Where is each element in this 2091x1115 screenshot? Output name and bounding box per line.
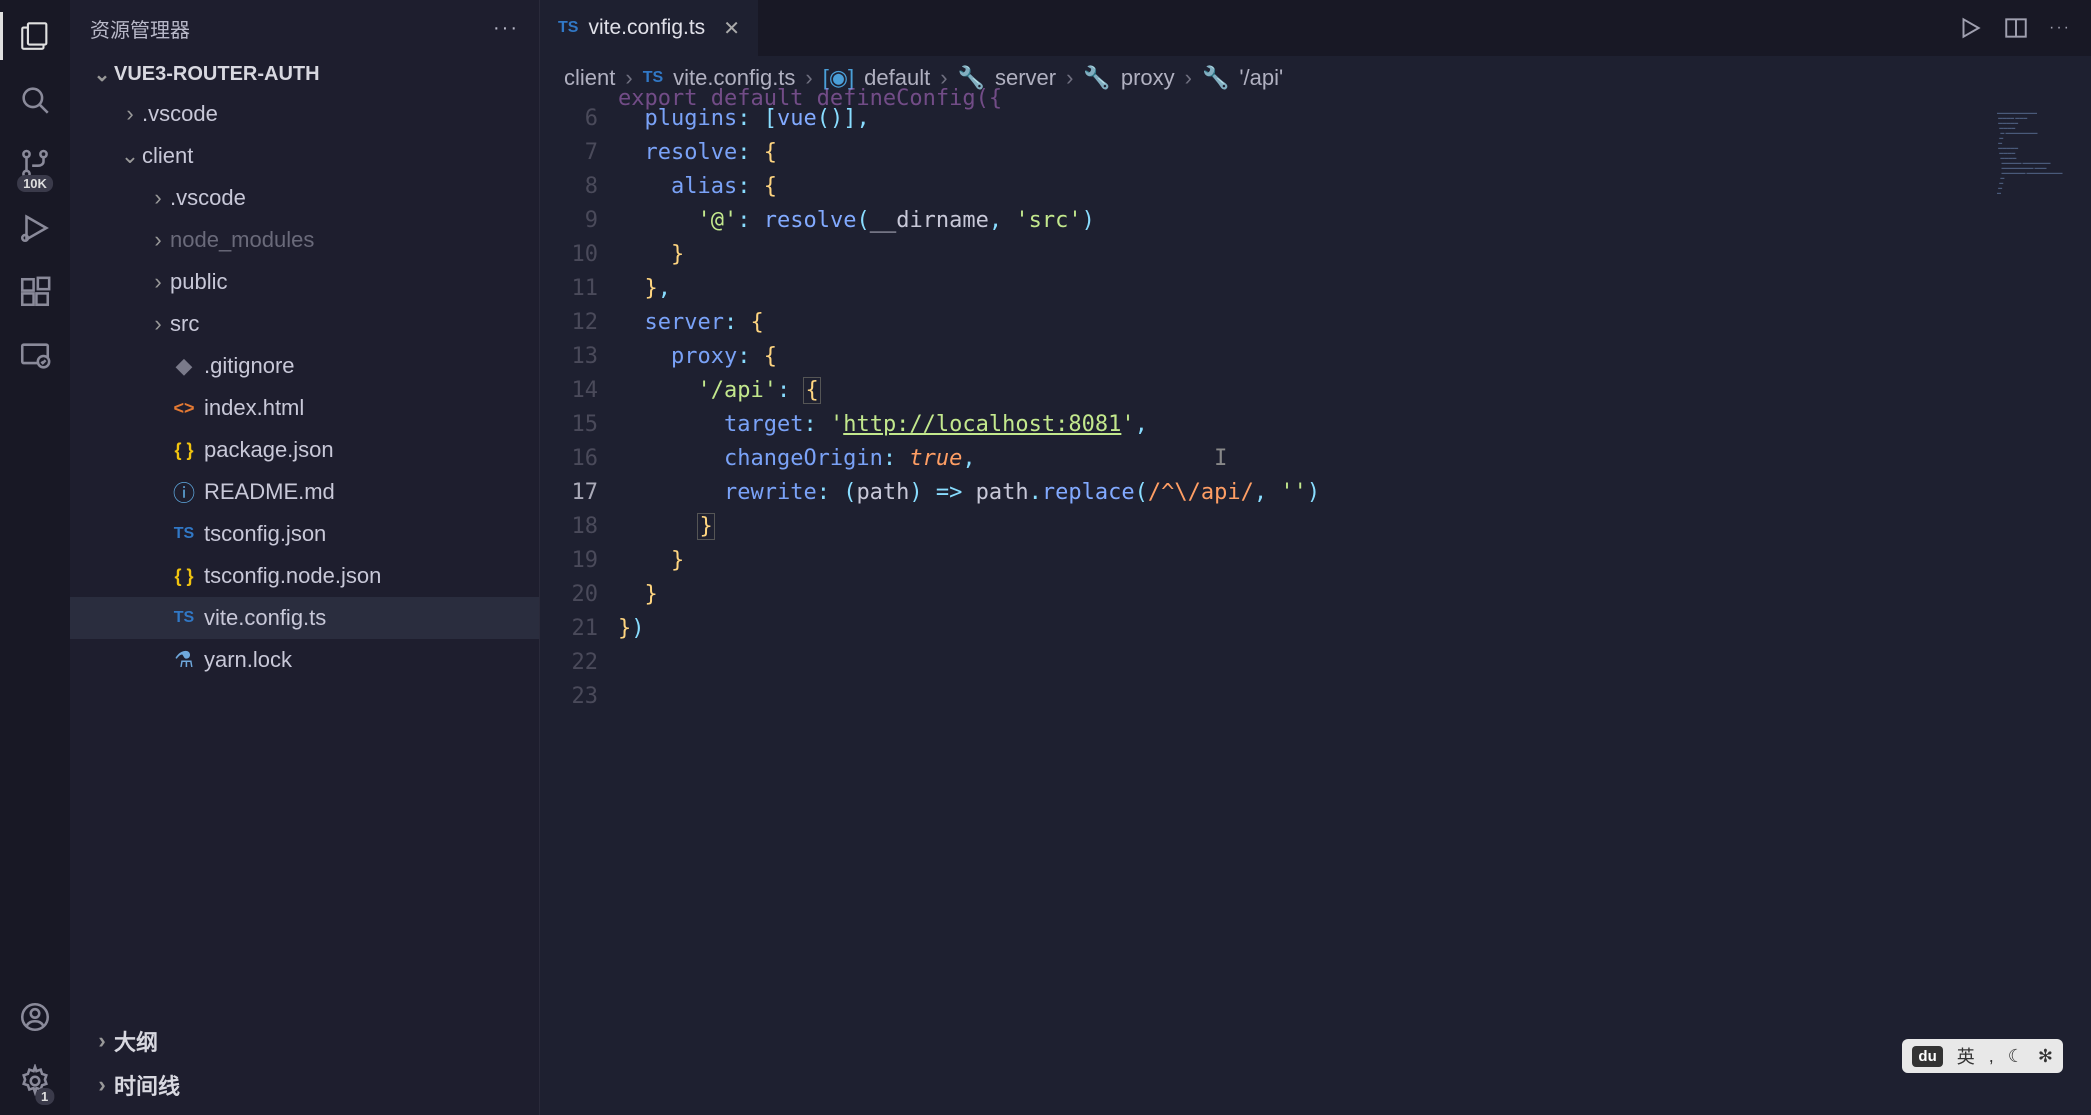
- line-number-gutter: 67891011121314151617181920212223: [540, 100, 618, 1115]
- file-tree: ›.vscode⌄client›.vscode›node_modules›pub…: [70, 93, 539, 1011]
- tree-label: src: [170, 311, 199, 337]
- tree-label: .vscode: [170, 185, 246, 211]
- account-icon[interactable]: [11, 993, 59, 1041]
- chevron-right-icon: ›: [1185, 65, 1192, 91]
- yarn-file-icon: ⚗: [170, 647, 198, 673]
- tree-item-tsconfig-json[interactable]: TS tsconfig.json: [70, 513, 539, 555]
- explorer-sidebar: 资源管理器 ··· ⌄ VUE3-ROUTER-AUTH ›.vscode⌄cl…: [70, 0, 540, 1115]
- breadcrumb-item[interactable]: '/api': [1239, 65, 1283, 91]
- tree-item-readme-md[interactable]: ⓘREADME.md: [70, 471, 539, 513]
- ime-status-bar[interactable]: du 英 , ☾ ✻: [1902, 1039, 2063, 1073]
- html-file-icon: <>: [170, 398, 198, 419]
- source-control-badge: 10K: [17, 175, 53, 192]
- info-file-icon: ⓘ: [170, 476, 198, 508]
- tree-item-yarn-lock[interactable]: ⚗yarn.lock: [70, 639, 539, 681]
- tree-item-public[interactable]: ›public: [70, 261, 539, 303]
- tree-label: tsconfig.node.json: [204, 563, 381, 589]
- tree-label: .gitignore: [204, 353, 295, 379]
- breadcrumb-item[interactable]: proxy: [1121, 65, 1175, 91]
- json-file-icon: { }: [170, 566, 198, 587]
- project-name: VUE3-ROUTER-AUTH: [114, 63, 320, 86]
- settings-badge: 1: [35, 1088, 54, 1105]
- tree-label: vite.config.ts: [204, 605, 326, 631]
- tab-vite-config[interactable]: TS vite.config.ts ✕: [540, 0, 759, 56]
- explorer-icon[interactable]: [11, 12, 59, 60]
- tree-item-src[interactable]: ›src: [70, 303, 539, 345]
- chevron-down-icon: ⌄: [90, 62, 114, 87]
- outline-section[interactable]: › 大纲: [70, 1019, 539, 1063]
- remote-icon[interactable]: [11, 332, 59, 380]
- git-file-icon: ◆: [170, 353, 198, 379]
- chevron-right-icon: ›: [90, 1028, 114, 1054]
- wrench-icon: 🔧: [1202, 65, 1229, 91]
- close-icon[interactable]: ✕: [723, 16, 740, 41]
- tree-item-vite-config-ts[interactable]: TS vite.config.ts: [70, 597, 539, 639]
- more-icon[interactable]: ···: [493, 17, 519, 40]
- chevron-icon: ›: [146, 227, 170, 253]
- chevron-icon: ›: [146, 185, 170, 211]
- tabs-bar: TS vite.config.ts ✕ ···: [540, 0, 2091, 56]
- tree-label: tsconfig.json: [204, 521, 326, 547]
- run-debug-icon[interactable]: [11, 204, 59, 252]
- tree-label: README.md: [204, 479, 335, 505]
- chevron-icon: ›: [146, 311, 170, 337]
- editor[interactable]: 67891011121314151617181920212223 export …: [540, 100, 2091, 1115]
- tree-label: node_modules: [170, 227, 314, 253]
- ime-punct[interactable]: ,: [1989, 1046, 1994, 1067]
- tree-label: package.json: [204, 437, 334, 463]
- extensions-icon[interactable]: [11, 268, 59, 316]
- activity-bar: 10K 1: [0, 0, 70, 1115]
- search-icon[interactable]: [11, 76, 59, 124]
- tree-item--gitignore[interactable]: ◆.gitignore: [70, 345, 539, 387]
- tree-item-package-json[interactable]: { } package.json: [70, 429, 539, 471]
- source-control-icon[interactable]: 10K: [11, 140, 59, 188]
- tree-item-node-modules[interactable]: ›node_modules: [70, 219, 539, 261]
- timeline-section[interactable]: › 时间线: [70, 1063, 539, 1107]
- tree-label: public: [170, 269, 227, 295]
- timeline-label: 时间线: [114, 1069, 180, 1101]
- more-actions-icon[interactable]: ···: [2049, 19, 2071, 37]
- code-content[interactable]: export default defineConfig({ plugins: […: [618, 100, 1991, 1115]
- tree-item-client[interactable]: ⌄client: [70, 135, 539, 177]
- tree-item-tsconfig-node-json[interactable]: { } tsconfig.node.json: [70, 555, 539, 597]
- chevron-icon: ›: [146, 269, 170, 295]
- ime-badge: du: [1912, 1046, 1942, 1067]
- tree-item--vscode[interactable]: ›.vscode: [70, 93, 539, 135]
- breadcrumb-item[interactable]: server: [995, 65, 1056, 91]
- wrench-icon: 🔧: [1083, 65, 1110, 91]
- json-file-icon: { }: [170, 440, 198, 461]
- ts-file-icon: TS: [558, 19, 578, 37]
- minimap[interactable]: ▬▬▬▬▬▬▬▬▬▬ ▬▬▬▬ ▬▬▬ ▬▬▬▬▬ ▬▬▬▬ ▬ ▬▬▬▬▬▬▬…: [1991, 100, 2091, 1115]
- tree-label: index.html: [204, 395, 304, 421]
- run-icon[interactable]: [1957, 15, 1983, 41]
- tab-label: vite.config.ts: [588, 16, 705, 40]
- ts-file-icon: TS: [170, 609, 198, 627]
- editor-area: TS vite.config.ts ✕ ··· client › TS vite…: [540, 0, 2091, 1115]
- settings-gear-icon[interactable]: 1: [11, 1057, 59, 1105]
- tree-label: .vscode: [142, 101, 218, 127]
- ime-gear-icon[interactable]: ✻: [2038, 1046, 2053, 1067]
- tree-label: client: [142, 143, 193, 169]
- sidebar-header: 资源管理器 ···: [70, 0, 539, 56]
- tree-item--vscode[interactable]: ›.vscode: [70, 177, 539, 219]
- ts-file-icon: TS: [170, 525, 198, 543]
- ime-lang[interactable]: 英: [1957, 1043, 1975, 1069]
- chevron-right-icon: ›: [1066, 65, 1073, 91]
- chevron-icon: ›: [118, 101, 142, 127]
- split-editor-icon[interactable]: [2003, 15, 2029, 41]
- breadcrumb-item[interactable]: client: [564, 65, 615, 91]
- outline-label: 大纲: [114, 1025, 158, 1057]
- tree-item-index-html[interactable]: <> index.html: [70, 387, 539, 429]
- tree-label: yarn.lock: [204, 647, 292, 673]
- sidebar-bottom: › 大纲 › 时间线: [70, 1011, 539, 1115]
- moon-icon[interactable]: ☾: [2008, 1046, 2024, 1067]
- sidebar-title: 资源管理器: [90, 14, 190, 43]
- chevron-icon: ⌄: [118, 143, 142, 169]
- project-root[interactable]: ⌄ VUE3-ROUTER-AUTH: [70, 56, 539, 93]
- chevron-right-icon: ›: [90, 1072, 114, 1098]
- editor-actions: ···: [1937, 0, 2091, 56]
